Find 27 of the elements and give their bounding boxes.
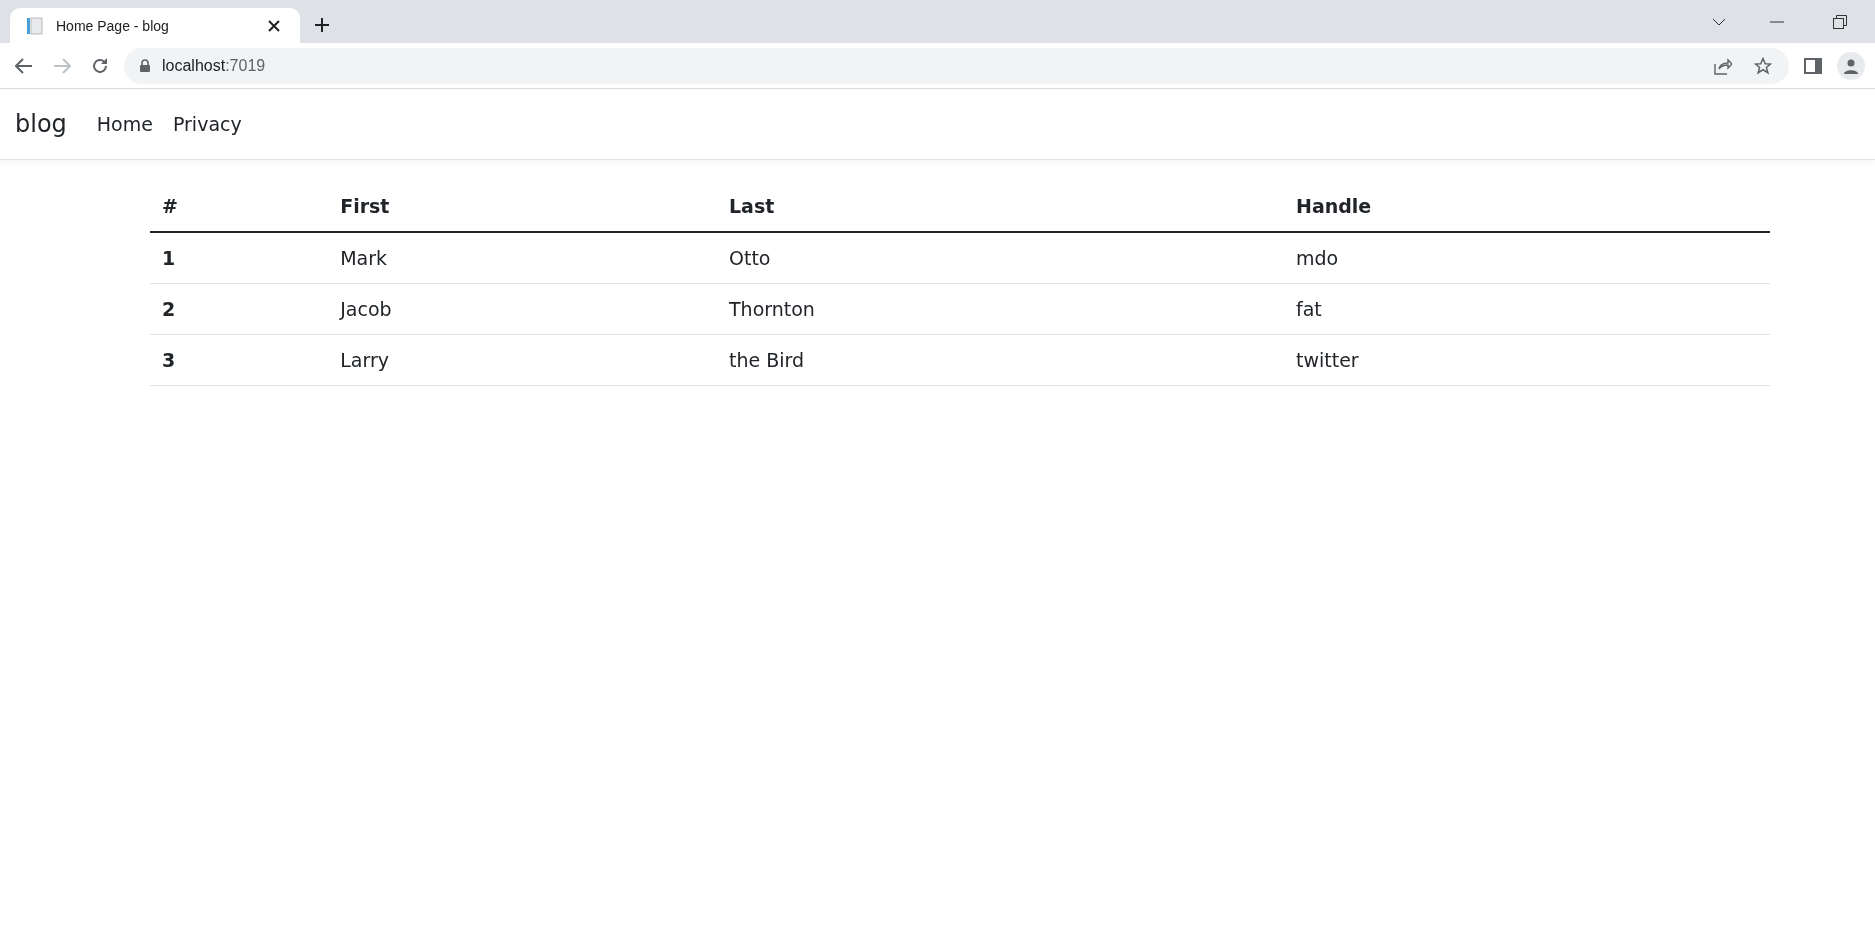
- table-cell: Mark: [328, 232, 717, 284]
- table-cell: 2: [150, 283, 329, 335]
- nav-link[interactable]: Privacy: [172, 113, 242, 135]
- table-cell: twitter: [1284, 334, 1770, 386]
- url-host: localhost: [162, 56, 226, 75]
- profile-avatar[interactable]: [1837, 51, 1865, 80]
- column-header: Handle: [1284, 180, 1770, 232]
- column-header: Last: [717, 180, 1284, 232]
- nav-link[interactable]: Home: [96, 113, 153, 135]
- brand-link[interactable]: blog: [15, 110, 67, 138]
- browser-tab[interactable]: Home Page - blog: [10, 8, 300, 43]
- table-cell: Larry: [328, 334, 717, 386]
- table-cell: fat: [1284, 283, 1770, 335]
- column-header: First: [328, 180, 717, 232]
- table-cell: Otto: [717, 232, 1284, 284]
- address-bar[interactable]: localhost:7019: [124, 47, 1789, 84]
- url-port: :7019: [225, 56, 266, 75]
- page-icon: [26, 16, 44, 35]
- table-cell: Thornton: [717, 283, 1284, 335]
- table-cell: the Bird: [717, 334, 1284, 386]
- table-cell: 1: [150, 232, 329, 284]
- table-cell: 3: [150, 334, 329, 386]
- table-cell: Jacob: [328, 283, 717, 335]
- column-header: #: [150, 180, 329, 232]
- table-cell: mdo: [1284, 232, 1770, 284]
- lock-icon: [140, 59, 150, 72]
- tab-title: Home Page - blog: [56, 17, 170, 34]
